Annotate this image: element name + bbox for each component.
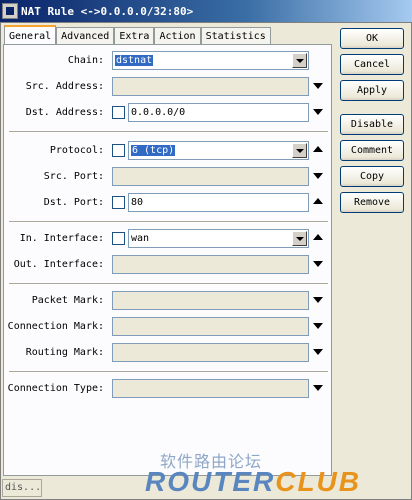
in-interface-select[interactable]: wan xyxy=(128,229,309,248)
collapse-up-icon[interactable] xyxy=(313,234,323,240)
src-port-field[interactable] xyxy=(112,167,309,186)
dst-address-value: 0.0.0.0/0 xyxy=(131,107,186,118)
connection-mark-row: Connection Mark: xyxy=(4,317,333,337)
dst-port-invert-checkbox[interactable] xyxy=(112,196,125,209)
protocol-invert-checkbox[interactable] xyxy=(112,144,125,157)
chain-select[interactable]: dstnat xyxy=(112,51,309,70)
expand-down-icon[interactable] xyxy=(313,83,323,89)
expand-down-icon[interactable] xyxy=(313,109,323,115)
src-address-label: Src. Address: xyxy=(25,81,104,92)
chain-value: dstnat xyxy=(115,55,154,66)
divider xyxy=(9,283,328,285)
title-bar[interactable]: NAT Rule <->0.0.0.0/32:80> xyxy=(0,0,412,22)
general-panel: Chain: dstnat Src. Address: Dst. Address… xyxy=(3,44,332,476)
chevron-down-icon[interactable] xyxy=(292,53,307,68)
expand-down-icon[interactable] xyxy=(313,173,323,179)
routing-mark-label: Routing Mark: xyxy=(25,347,104,358)
src-address-row: Src. Address: xyxy=(4,77,333,97)
collapse-up-icon[interactable] xyxy=(313,198,323,204)
divider xyxy=(9,131,328,133)
connection-type-row: Connection Type: xyxy=(4,379,333,399)
protocol-label: Protocol: xyxy=(49,145,104,156)
apply-button[interactable]: Apply xyxy=(340,80,404,101)
window-title: NAT Rule <->0.0.0.0/32:80> xyxy=(21,4,194,18)
dst-address-row: Dst. Address: 0.0.0.0/0 xyxy=(4,103,333,123)
packet-mark-row: Packet Mark: xyxy=(4,291,333,311)
in-interface-row: In. Interface: wan xyxy=(4,229,333,249)
ok-button[interactable]: OK xyxy=(340,28,404,49)
dst-port-input[interactable]: 80 xyxy=(128,193,309,212)
src-port-label: Src. Port: xyxy=(43,171,104,182)
watermark-router: ROUTER xyxy=(145,466,276,497)
dst-port-value: 80 xyxy=(131,197,144,208)
tab-advanced[interactable]: Advanced xyxy=(56,27,115,45)
expand-down-icon[interactable] xyxy=(313,385,323,391)
chevron-down-icon[interactable] xyxy=(292,143,307,158)
dst-address-invert-checkbox[interactable] xyxy=(112,106,125,119)
comment-button[interactable]: Comment xyxy=(340,140,404,161)
chain-row: Chain: dstnat xyxy=(4,51,333,71)
out-interface-row: Out. Interface: xyxy=(4,255,333,275)
copy-button[interactable]: Copy xyxy=(340,166,404,187)
status-text: dis... xyxy=(2,479,42,497)
tab-action[interactable]: Action xyxy=(154,27,201,45)
connection-mark-label: Connection Mark: xyxy=(7,321,104,332)
routing-mark-field[interactable] xyxy=(112,343,309,362)
watermark-logo: ROUTERCLUB xyxy=(145,466,361,498)
dst-port-label: Dst. Port: xyxy=(43,197,104,208)
nat-rule-window: General Advanced Extra Action Statistics… xyxy=(0,22,412,500)
protocol-value: 6 (tcp) xyxy=(131,145,176,156)
divider xyxy=(9,371,328,373)
packet-mark-label: Packet Mark: xyxy=(31,295,104,306)
tab-extra[interactable]: Extra xyxy=(114,27,155,45)
connection-mark-field[interactable] xyxy=(112,317,309,336)
out-interface-field[interactable] xyxy=(112,255,309,274)
packet-mark-field[interactable] xyxy=(112,291,309,310)
expand-down-icon[interactable] xyxy=(313,297,323,303)
cancel-button[interactable]: Cancel xyxy=(340,54,404,75)
collapse-up-icon[interactable] xyxy=(313,146,323,152)
connection-type-field[interactable] xyxy=(112,379,309,398)
dst-address-label: Dst. Address: xyxy=(25,107,104,118)
tab-statistics[interactable]: Statistics xyxy=(200,27,271,45)
connection-type-label: Connection Type: xyxy=(7,383,104,394)
dst-port-row: Dst. Port: 80 xyxy=(4,193,333,213)
chevron-down-icon[interactable] xyxy=(292,231,307,246)
dst-address-input[interactable]: 0.0.0.0/0 xyxy=(128,103,309,122)
chain-label: Chain: xyxy=(67,55,104,66)
in-interface-value: wan xyxy=(131,233,150,244)
protocol-select[interactable]: 6 (tcp) xyxy=(128,141,309,160)
tab-bar: General Advanced Extra Action Statistics xyxy=(4,25,271,45)
routerclub-watermark: 软件路由论坛 ROUTERCLUB xyxy=(145,448,410,500)
expand-down-icon[interactable] xyxy=(313,349,323,355)
tab-general[interactable]: General xyxy=(4,25,57,45)
divider xyxy=(9,221,328,223)
expand-down-icon[interactable] xyxy=(313,323,323,329)
in-interface-invert-checkbox[interactable] xyxy=(112,232,125,245)
out-interface-label: Out. Interface: xyxy=(13,259,104,270)
src-port-row: Src. Port: xyxy=(4,167,333,187)
watermark-club: CLUB xyxy=(275,466,361,497)
in-interface-label: In. Interface: xyxy=(19,233,104,244)
protocol-row: Protocol: 6 (tcp) xyxy=(4,141,333,161)
expand-down-icon[interactable] xyxy=(313,261,323,267)
window-menu-icon[interactable] xyxy=(2,3,18,19)
routing-mark-row: Routing Mark: xyxy=(4,343,333,363)
remove-button[interactable]: Remove xyxy=(340,192,404,213)
disable-button[interactable]: Disable xyxy=(340,114,404,135)
src-address-field[interactable] xyxy=(112,77,309,96)
